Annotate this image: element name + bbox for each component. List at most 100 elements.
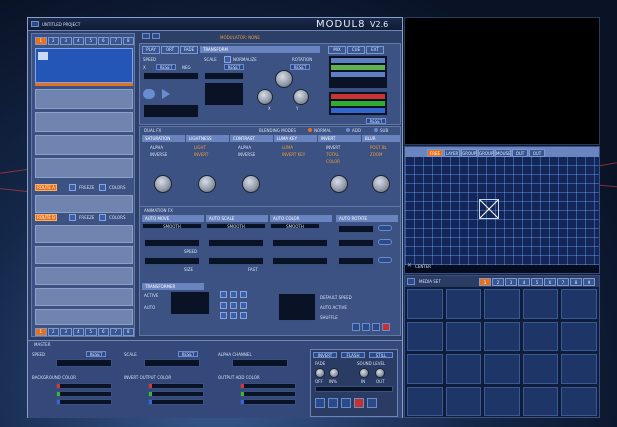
- play-icon[interactable]: [362, 323, 370, 331]
- master-scale-slider[interactable]: [144, 359, 200, 367]
- rotation-x-knob[interactable]: [257, 89, 273, 105]
- media-slot[interactable]: [407, 321, 443, 351]
- media-set-tab[interactable]: 6: [544, 278, 556, 286]
- media-slot[interactable]: [445, 386, 482, 416]
- tab-out-na[interactable]: OUT N/A: [512, 149, 528, 163]
- scale-slider[interactable]: [204, 72, 244, 80]
- normalize-checkbox[interactable]: [224, 56, 231, 63]
- layer-tab[interactable]: 3: [60, 328, 72, 336]
- red-slider[interactable]: [56, 383, 112, 389]
- media-slot[interactable]: [561, 321, 597, 351]
- lightness-knob[interactable]: [198, 175, 216, 193]
- tab-mix[interactable]: MIX: [328, 46, 346, 54]
- blur-knob[interactable]: [372, 175, 390, 193]
- move-size-slider[interactable]: [144, 257, 200, 265]
- rotate-toggle[interactable]: [378, 225, 392, 231]
- sound-in-knob[interactable]: [359, 368, 369, 378]
- sound-out-knob[interactable]: [375, 368, 385, 378]
- media-slot[interactable]: [445, 354, 482, 384]
- layer-slot[interactable]: [35, 225, 133, 243]
- media-set-tab[interactable]: 4: [518, 278, 530, 286]
- add-button[interactable]: [142, 33, 150, 39]
- grid-button[interactable]: [230, 291, 237, 298]
- media-slot[interactable]: [522, 289, 559, 319]
- close-button[interactable]: [31, 21, 39, 27]
- fade-knob[interactable]: [315, 368, 325, 378]
- media-slot[interactable]: [445, 289, 482, 319]
- route-b-button[interactable]: ROUTE B: [35, 214, 57, 221]
- layer-tab[interactable]: 6: [97, 328, 109, 336]
- color-size-slider[interactable]: [272, 257, 328, 265]
- grid-button[interactable]: [240, 301, 247, 309]
- blue-slider[interactable]: [148, 399, 204, 405]
- media-slot[interactable]: [484, 289, 520, 319]
- play-position-slider[interactable]: [143, 104, 199, 118]
- media-item[interactable]: [331, 58, 385, 63]
- saturation-knob[interactable]: [154, 175, 172, 193]
- record-icon[interactable]: [354, 398, 364, 408]
- record-icon[interactable]: [382, 323, 390, 331]
- normal-radio[interactable]: [308, 128, 312, 132]
- loop-icon[interactable]: [143, 89, 155, 99]
- media-slot[interactable]: [484, 321, 520, 351]
- freeze-checkbox[interactable]: [69, 214, 76, 221]
- contrast-knob[interactable]: [242, 175, 260, 193]
- tab-ort[interactable]: ORT: [161, 46, 179, 54]
- media-set-tab[interactable]: 3: [505, 278, 517, 286]
- blue-slider[interactable]: [240, 399, 296, 405]
- invert-knob[interactable]: [330, 175, 348, 193]
- settings-icon[interactable]: [367, 398, 377, 408]
- media-slot[interactable]: [407, 386, 443, 416]
- play-icon[interactable]: [328, 398, 338, 408]
- scale-size-slider[interactable]: [208, 257, 264, 265]
- layer-tab[interactable]: 6: [97, 37, 109, 45]
- media-set-tab[interactable]: 2: [492, 278, 504, 286]
- layer-tab[interactable]: 4: [72, 328, 84, 336]
- selected-layer-slot[interactable]: [35, 48, 133, 83]
- rotate-slider-2[interactable]: [338, 239, 374, 247]
- play-icon[interactable]: [162, 89, 170, 99]
- layer-tab[interactable]: 4: [72, 37, 84, 45]
- remove-button[interactable]: [152, 33, 160, 39]
- rotation-reset-button[interactable]: RESET: [290, 64, 310, 70]
- layer-tab[interactable]: 8: [122, 328, 134, 336]
- media-set-tab[interactable]: 8: [570, 278, 582, 286]
- media-slot[interactable]: [407, 354, 443, 384]
- tab-fade[interactable]: FADE: [180, 46, 198, 54]
- colors-checkbox[interactable]: [99, 184, 106, 191]
- layer-slot[interactable]: [35, 267, 133, 285]
- speed-slider[interactable]: [143, 72, 199, 80]
- media-list[interactable]: [328, 55, 388, 89]
- close-icon[interactable]: [352, 323, 360, 331]
- media-set-tab[interactable]: 9: [583, 278, 595, 286]
- scale-reset-button[interactable]: RESET: [224, 64, 244, 70]
- media-slot[interactable]: [522, 321, 559, 351]
- rotate-slider-3[interactable]: [338, 257, 374, 265]
- grid-button[interactable]: [230, 312, 237, 320]
- auto-scale-dropdown[interactable]: SMOOTH: [206, 223, 266, 229]
- media-slot[interactable]: [561, 354, 597, 384]
- alpha-slider[interactable]: [232, 359, 288, 367]
- media-slot[interactable]: [484, 386, 520, 416]
- red-bar[interactable]: [331, 94, 385, 99]
- layer-tab[interactable]: 8: [122, 37, 134, 45]
- tab-mouse[interactable]: MOUSE: [495, 149, 511, 157]
- scale-reset-button[interactable]: RESET: [178, 351, 198, 357]
- invert-button[interactable]: INVERT: [313, 352, 337, 358]
- info-icon[interactable]: [407, 278, 415, 285]
- grid-button[interactable]: [220, 301, 227, 309]
- grid-button[interactable]: [230, 301, 237, 309]
- fade-amount-knob[interactable]: [329, 368, 339, 378]
- media-item[interactable]: [331, 65, 385, 70]
- layer-slot[interactable]: [35, 246, 133, 264]
- green-slider[interactable]: [56, 391, 112, 397]
- tab-group-only[interactable]: GROUP ONLY: [461, 149, 477, 163]
- media-slot[interactable]: [484, 354, 520, 384]
- layer-tab[interactable]: 7: [110, 37, 122, 45]
- grid-button[interactable]: [220, 291, 227, 298]
- media-set-tab[interactable]: 5: [531, 278, 543, 286]
- layer-tab[interactable]: 5: [85, 328, 97, 336]
- layer-tab[interactable]: 7: [110, 328, 122, 336]
- layer-slot[interactable]: [35, 288, 133, 306]
- position-handle[interactable]: [479, 199, 499, 219]
